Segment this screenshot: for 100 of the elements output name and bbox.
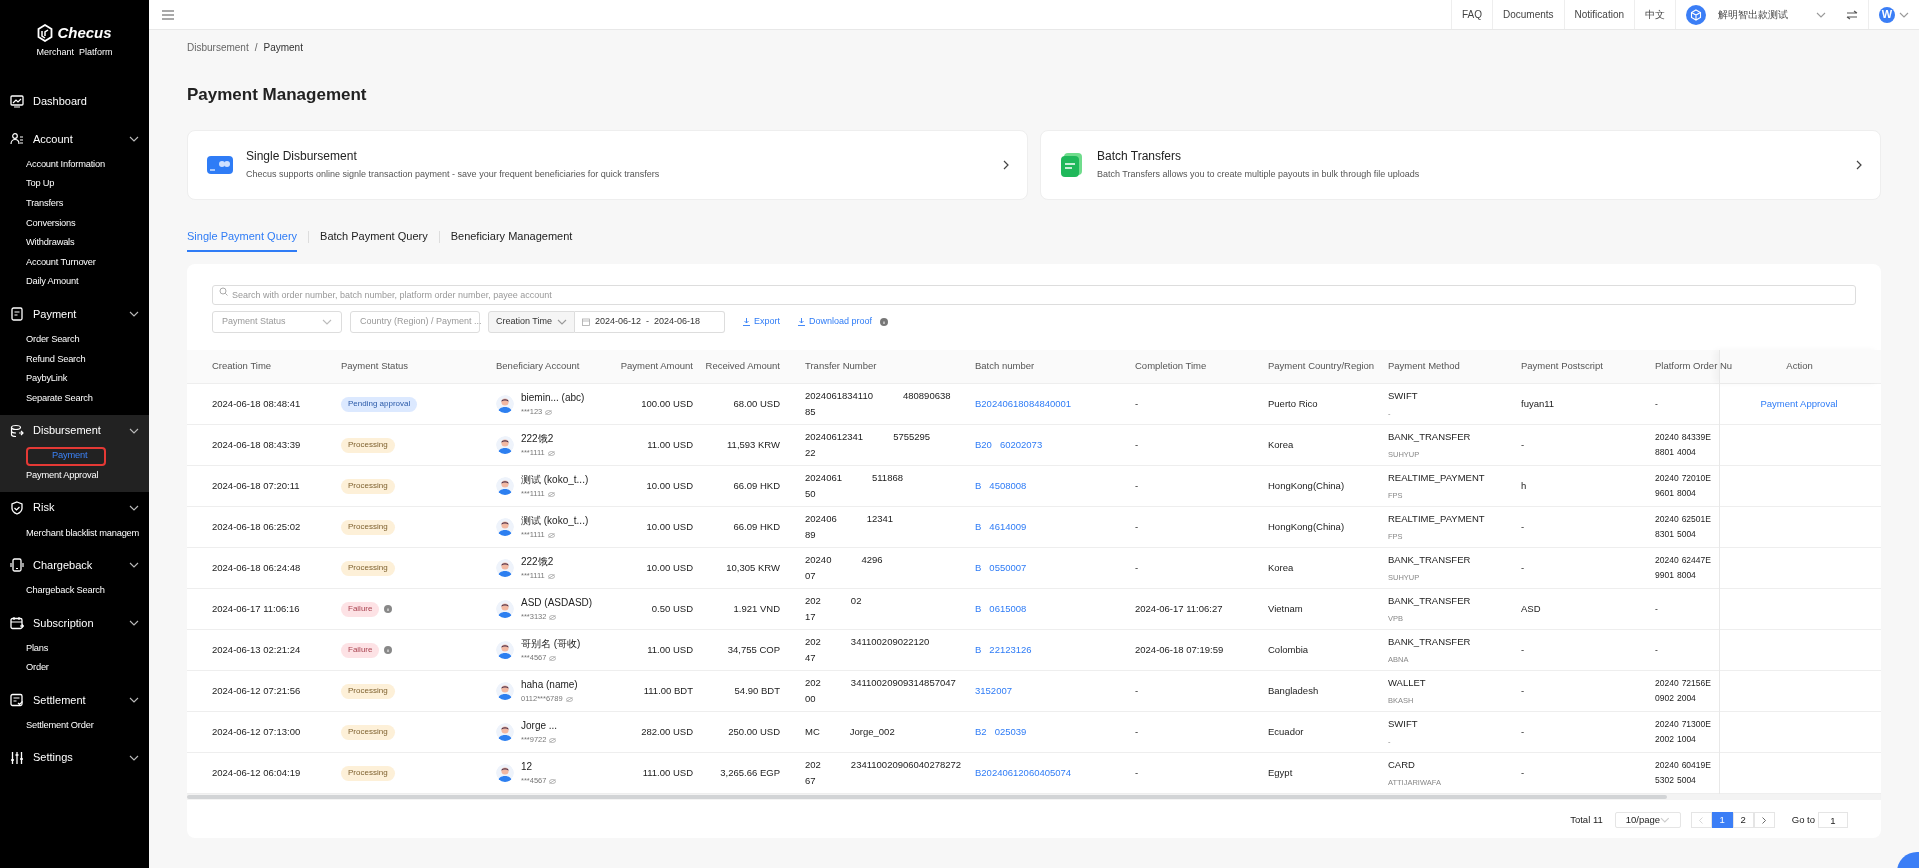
sidebar-item[interactable]: Chargeback	[0, 549, 149, 582]
payment-method: SWIFT	[1388, 716, 1418, 731]
order-number: 5302	[1655, 774, 1674, 787]
order-number: 5004	[1676, 528, 1696, 541]
sidebar-item[interactable]: Account	[0, 123, 149, 155]
status-badge: Processing	[341, 437, 395, 453]
page-size-select[interactable]: 10/page	[1614, 812, 1681, 828]
brand-subtitle: Merchant Platform	[36, 45, 113, 59]
submenu-item[interactable]: Order Search	[26, 330, 149, 350]
batch-link[interactable]: B	[975, 601, 982, 617]
eye-slash-icon	[549, 778, 557, 784]
table-cell-text: 2024-06-12 07:13:00	[212, 724, 301, 739]
batch-link[interactable]: B	[975, 478, 982, 494]
page-button[interactable]: 2	[1732, 812, 1754, 828]
batch-link[interactable]: 4614009	[989, 519, 1027, 535]
batch-link[interactable]: B20240618084840001	[975, 396, 1072, 412]
submenu-item[interactable]: Order	[26, 658, 149, 679]
batch-link[interactable]: B	[975, 519, 982, 535]
batch-link[interactable]: 0615008	[989, 601, 1027, 617]
user-menu[interactable]: W	[1868, 0, 1919, 29]
order-number: -	[1655, 643, 1658, 657]
submenu-item[interactable]: Plans	[26, 638, 149, 659]
column-header: Transfer Number	[805, 359, 877, 374]
submenu-item[interactable]: Merchant blacklist managem	[26, 523, 149, 544]
submenu-item[interactable]: Account Information	[26, 155, 149, 175]
submenu-item[interactable]: Transfers	[26, 194, 149, 214]
beneficiary-name: Jorge ...	[521, 719, 558, 734]
table-cell-text: -	[1521, 724, 1525, 739]
transfer-number: MC	[805, 724, 820, 739]
search-field[interactable]: Search with order number, batch number, platform order number, payee account	[212, 285, 1856, 305]
table-cell-text: 10,305 KRW	[726, 560, 780, 575]
next-page-button[interactable]	[1753, 812, 1775, 828]
time-field-select[interactable]: Creation Time	[488, 311, 576, 333]
sidebar-item[interactable]: Settlement	[0, 684, 149, 717]
sidebar-item[interactable]: Risk	[0, 491, 149, 524]
header-link[interactable]: 中文	[1634, 0, 1675, 29]
table-cell-text: 11.00 USD	[647, 642, 693, 657]
batch-link[interactable]: B20	[975, 437, 992, 453]
eye-slash-icon	[547, 532, 555, 538]
table-cell-text: 10.00 USD	[646, 519, 693, 534]
shortcut-card[interactable]: Single Disbursement Checus supports online signle transaction payment - save your frequent beneficiaries for quick transfers	[187, 129, 1028, 200]
download-link[interactable]: Export	[743, 315, 781, 329]
sidebar-item[interactable]: Dashboard	[0, 85, 149, 117]
table-cell-text: 100.00 USD	[641, 396, 693, 411]
batch-link[interactable]: 0550007	[989, 560, 1027, 576]
table-cell-text: 2024-06-18 06:24:48	[212, 560, 301, 575]
header-link[interactable]: Documents	[1491, 0, 1564, 29]
column-header: Payment Country/Region	[1268, 359, 1375, 374]
sidebar-item[interactable]: Disbursement	[0, 414, 149, 447]
order-number: 71300E	[1681, 718, 1711, 731]
sidebar-item[interactable]: Settings	[0, 741, 149, 774]
header-link[interactable]: FAQ	[1450, 0, 1492, 29]
chevron-icon	[1816, 11, 1826, 18]
submenu-item[interactable]: Refund Search	[26, 349, 149, 370]
batch-link[interactable]: B20240612060405074	[975, 765, 1072, 781]
batch-link[interactable]: 22123126	[989, 642, 1032, 658]
date-range-field[interactable]: 2024-06-12 - 2024-06-18	[575, 311, 726, 333]
batch-link[interactable]: 3152007	[975, 683, 1012, 699]
card-title: Single Disbursement	[246, 148, 358, 166]
tab[interactable]: Single Payment Query	[187, 221, 298, 252]
submenu-item[interactable]: Withdrawals	[26, 233, 149, 253]
batch-link[interactable]: B	[975, 560, 982, 576]
sidebar-item[interactable]: Payment	[0, 298, 149, 331]
page-button[interactable]: 1	[1711, 812, 1733, 828]
page-title: Payment Management	[187, 84, 367, 106]
avatar-icon	[496, 477, 514, 495]
batch-link[interactable]: B2	[975, 724, 987, 740]
header-link[interactable]: Notification	[1563, 0, 1634, 29]
transfer-number: 202	[805, 634, 821, 649]
submenu-item[interactable]: PaybyLink	[26, 369, 149, 389]
merchant-selector[interactable]: 解明智出款测试	[1675, 0, 1836, 29]
user-avatar: W	[1879, 6, 1895, 23]
submenu-item[interactable]: Separate Search	[26, 388, 149, 409]
submenu-item[interactable]: Daily Amount	[26, 272, 149, 293]
submenu-item[interactable]: Payment Approval	[26, 466, 149, 486]
cube-icon	[1686, 4, 1706, 25]
page-input[interactable]: 1	[1818, 812, 1848, 828]
submenu-item[interactable]: Conversions	[26, 213, 149, 234]
sidebar-item[interactable]: Subscription	[0, 606, 149, 639]
submenu-item[interactable]: Payment	[26, 446, 106, 467]
status-badge: Processing	[341, 478, 395, 494]
submenu-item[interactable]: Account Turnover	[26, 252, 149, 273]
batch-link[interactable]: 60202073	[999, 437, 1043, 453]
submenu-item[interactable]: Top Up	[26, 174, 149, 195]
tab[interactable]: Batch Payment Query	[320, 221, 428, 252]
download-link[interactable]: Download proof	[798, 315, 873, 329]
approval-link[interactable]: Payment Approval	[1760, 396, 1838, 412]
batch-link[interactable]: B	[975, 642, 982, 658]
card-description: Checus supports online signle transaction payment - save your frequent beneficiaries for quick transfers	[246, 168, 661, 182]
tab[interactable]: Beneficiary Management	[450, 221, 573, 252]
batch-link[interactable]: 025039	[994, 724, 1027, 740]
submenu-item[interactable]: Settlement Order	[26, 716, 149, 736]
info-icon	[880, 318, 889, 326]
order-number: 20240	[1655, 718, 1679, 731]
breadcrumb-item[interactable]: Disbursement	[187, 40, 249, 55]
submenu-item[interactable]: Chargeback Search	[26, 581, 149, 601]
table-cell-text: -	[1521, 642, 1525, 657]
batch-link[interactable]: 4508008	[989, 478, 1027, 494]
shortcut-card[interactable]: Batch Transfers Batch Transfers allows you to create multiple payouts in bulk through file uploads	[1040, 129, 1881, 200]
sliders-icon	[10, 750, 24, 765]
